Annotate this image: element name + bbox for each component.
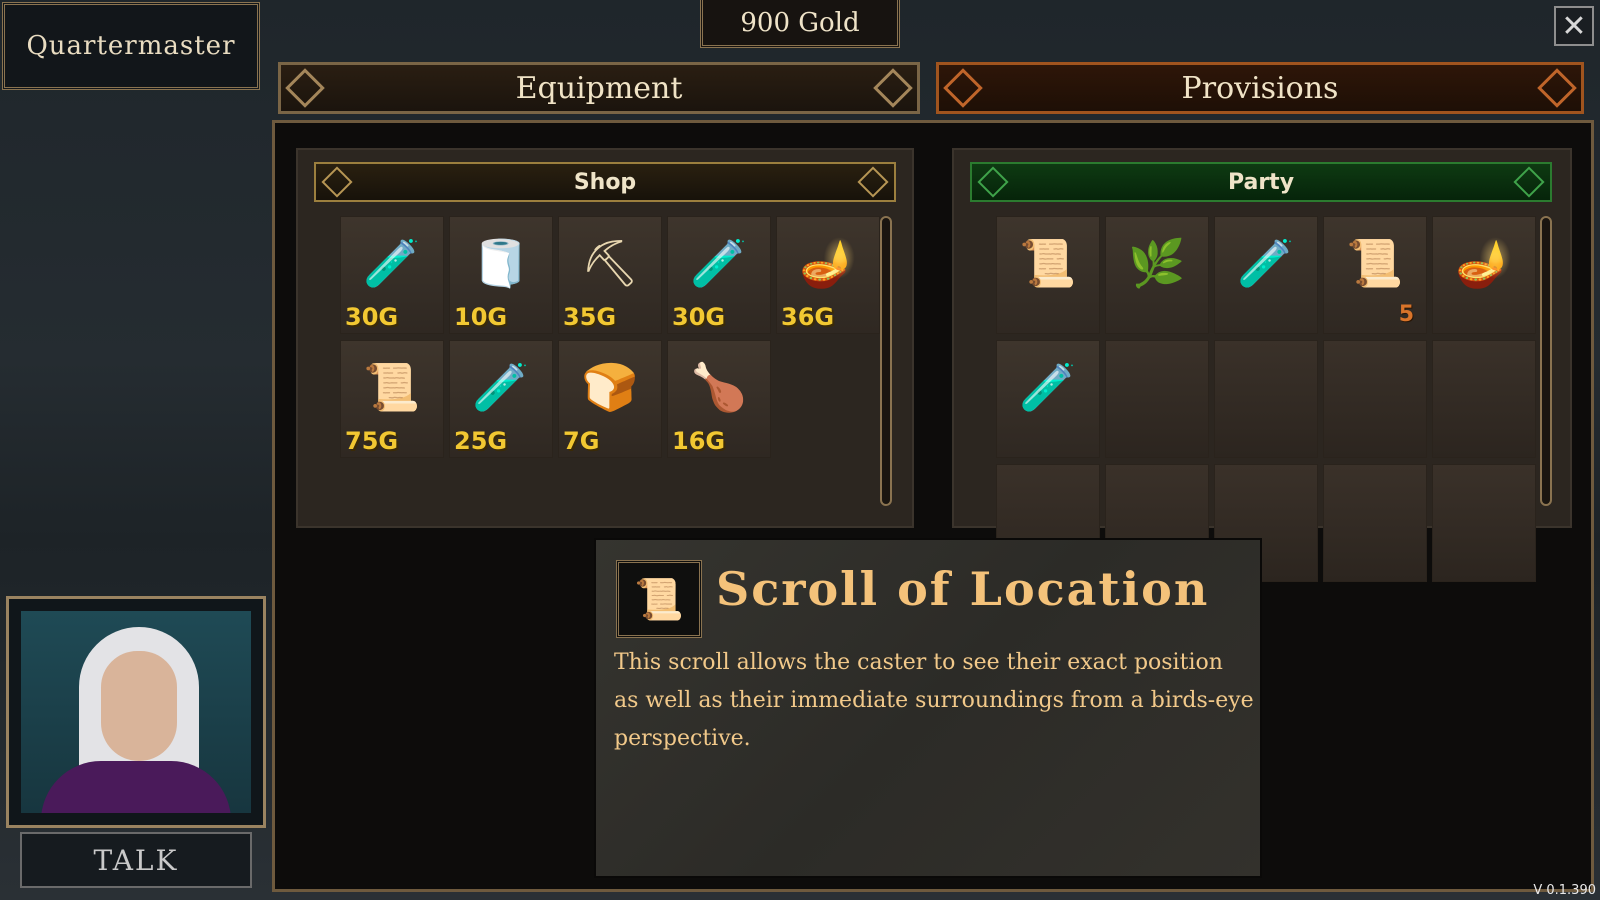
talk-button[interactable]: TALK [20, 832, 252, 888]
diamond-ornament-icon [1513, 166, 1545, 198]
npc-portrait [21, 611, 251, 813]
bandage-roll-icon: 🧻 [472, 236, 530, 291]
party-slot[interactable]: 📜 [996, 216, 1100, 334]
gold-label: 900 Gold [740, 7, 860, 38]
close-button[interactable]: ✕ [1554, 6, 1594, 46]
diamond-ornament-icon [977, 166, 1009, 198]
map-scroll-icon: 📜 [1019, 236, 1077, 291]
merchant-title: Quartermaster [26, 31, 236, 61]
tab-label: Provisions [1181, 70, 1339, 106]
gold-counter: 900 Gold [700, 0, 900, 48]
diamond-ornament-icon [873, 68, 913, 108]
herb-pouch-icon: 🌿 [1128, 236, 1186, 291]
item-price: 75G [345, 427, 399, 455]
item-description-panel: 📜 Scroll of Location This scroll allows … [594, 538, 1262, 878]
item-price: 16G [672, 427, 726, 455]
shop-slot[interactable]: 🪔 36G [776, 216, 880, 334]
red-potion-icon: 🧪 [690, 236, 748, 291]
shop-slot[interactable]: 🧪 25G [449, 340, 553, 458]
item-price: 30G [345, 303, 399, 331]
party-slot[interactable]: 🧪 [1214, 216, 1318, 334]
party-empty-slot[interactable] [1105, 340, 1209, 458]
close-icon: ✕ [1561, 8, 1587, 44]
item-price: 36G [781, 303, 835, 331]
party-slot[interactable]: 🧪 [996, 340, 1100, 458]
shop-slot[interactable]: 🧪 30G [340, 216, 444, 334]
diamond-ornament-icon [1537, 68, 1577, 108]
version-label: V 0.1.390 [1533, 883, 1596, 898]
shop-slot[interactable]: 📜 75G [340, 340, 444, 458]
party-slot[interactable]: 🪔 [1432, 216, 1536, 334]
party-scrollbar[interactable] [1540, 216, 1552, 506]
item-price: 7G [563, 427, 600, 455]
party-grid: 📜 🌿 🧪 📜 5 🪔 🧪 [996, 216, 1536, 582]
purple-potion-icon: 🧪 [1237, 236, 1295, 291]
shop-slot[interactable]: 🍗 16G [667, 340, 771, 458]
party-empty-slot[interactable] [1323, 464, 1427, 582]
bread-icon: 🍞 [581, 360, 639, 415]
diamond-ornament-icon [857, 166, 889, 198]
shop-panel: Shop 🧪 30G 🧻 10G ⛏ 35G 🧪 30G 🪔 36G 📜 75G 🧪 25G 🍞 7G 🍗 16G [296, 148, 914, 528]
shop-grid: 🧪 30G 🧻 10G ⛏ 35G 🧪 30G 🪔 36G 📜 75G 🧪 25G 🍞 7G 🍗 16G [340, 216, 880, 458]
diamond-ornament-icon [285, 68, 325, 108]
shop-scrollbar[interactable] [880, 216, 892, 506]
item-price: 25G [454, 427, 508, 455]
party-panel: Party 📜 🌿 🧪 📜 5 🪔 🧪 [952, 148, 1572, 582]
shop-slot[interactable]: 🧻 10G [449, 216, 553, 334]
diamond-ornament-icon [321, 166, 353, 198]
item-price: 35G [563, 303, 617, 331]
talk-label: TALK [93, 843, 179, 877]
scroll-icon: 📜 [1346, 236, 1404, 291]
oil-lamp-icon: 🪔 [1455, 236, 1513, 291]
shop-header: Shop [314, 162, 896, 202]
merchant-title-box: Quartermaster [2, 2, 260, 90]
portrait-robe [41, 761, 231, 813]
oil-lamp-icon: 🪔 [799, 236, 857, 291]
shop-slot[interactable]: 🧪 30G [667, 216, 771, 334]
pickaxe-icon: ⛏ [580, 236, 640, 291]
diamond-ornament-icon [943, 68, 983, 108]
item-description: This scroll allows the caster to see the… [614, 650, 1254, 751]
shop-slot[interactable]: ⛏ 35G [558, 216, 662, 334]
item-price: 30G [672, 303, 726, 331]
party-empty-slot[interactable] [1432, 340, 1536, 458]
party-header-label: Party [1227, 169, 1295, 195]
party-slot[interactable]: 📜 5 [1323, 216, 1427, 334]
item-price: 10G [454, 303, 508, 331]
tab-label: Equipment [515, 70, 683, 106]
party-empty-slot[interactable] [1432, 464, 1536, 582]
tab-equipment[interactable]: Equipment [278, 62, 920, 114]
item-quantity: 5 [1398, 302, 1414, 327]
tab-provisions[interactable]: Provisions [936, 62, 1584, 114]
scroll-icon: 📜 [363, 360, 421, 415]
meat-leg-icon: 🍗 [690, 360, 748, 415]
scroll-icon: 📜 [634, 576, 684, 623]
party-empty-slot[interactable] [1323, 340, 1427, 458]
selected-item-icon-box: 📜 [616, 560, 702, 638]
shop-slot[interactable]: 🍞 7G [558, 340, 662, 458]
party-empty-slot[interactable] [1214, 340, 1318, 458]
red-potion-icon: 🧪 [1019, 360, 1077, 415]
portrait-face [101, 651, 177, 761]
party-slot[interactable]: 🌿 [1105, 216, 1209, 334]
npc-portrait-frame [6, 596, 266, 828]
party-header: Party [970, 162, 1552, 202]
item-title: Scroll of Location [716, 562, 1210, 616]
green-potion-icon: 🧪 [363, 236, 421, 291]
purple-potion-icon: 🧪 [472, 360, 530, 415]
shop-header-label: Shop [573, 169, 637, 195]
